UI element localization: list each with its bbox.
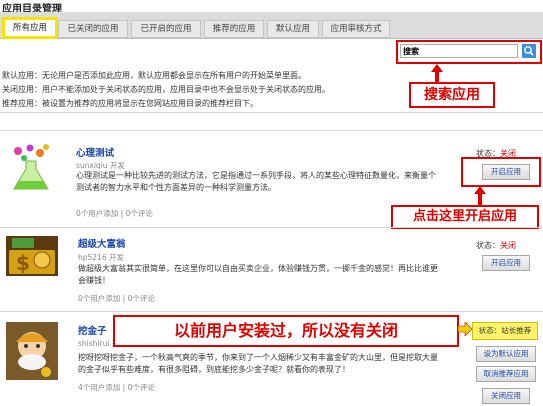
miner-icon (6, 322, 58, 380)
status-label: 状态： (476, 241, 500, 250)
tab-default-apps[interactable]: 默认应用 (267, 20, 319, 38)
app-status: 状态：关闭 (476, 240, 516, 251)
arrow-right-icon (458, 322, 472, 336)
app-desc-line1: 心理测试是一种比较先进的测试方法，它是指通过一系列手段，将人的某些心理特征数量化… (76, 171, 436, 180)
app-icon-tycoon: $ (6, 236, 58, 276)
app-desc-line2: 测试者的智力水平和个性方面差异的一种科学测量方法。 (76, 183, 276, 192)
tab-recommended-apps[interactable]: 推荐的应用 (204, 20, 264, 38)
svg-text:$: $ (16, 251, 30, 275)
app-stats: 0个用户添加 | 0个评论 (76, 209, 153, 218)
app-icon-psych-test (8, 143, 54, 195)
open-app-button[interactable]: 开启应用 (482, 255, 530, 271)
app-stats: 0个用户添加 | 0个评论 (78, 294, 155, 303)
tab-all-apps[interactable]: 所有应用 (2, 17, 58, 39)
desc-closed: 关闭应用：用户不能添加处于关闭状态的应用，应用目录中也不会显示处于关闭状态的应用… (2, 85, 330, 94)
app-name-tycoon[interactable]: 超级大富翁 (78, 236, 126, 250)
desc-recommended: 推荐应用：被设置为推荐的应用将显示在您网站应用目录的推荐栏目下。 (2, 99, 258, 108)
search-callout: 搜索应用 (409, 82, 495, 108)
app-stats: 4个用户添加 | 0个评论 (78, 383, 155, 392)
close-app-button[interactable]: 关闭应用 (482, 388, 530, 404)
status-label: 状态： (478, 326, 502, 335)
app-desc-line2: 会赚钱！ (78, 276, 110, 285)
search-input[interactable] (400, 44, 518, 58)
app-desc-line2: 的金子似乎有些难度，有很多阻碍，到底能挖多少金子呢？就看你的表现了！ (78, 365, 350, 374)
search-button[interactable] (522, 44, 536, 58)
search-icon (524, 46, 534, 56)
status-value: 站长推荐 (501, 326, 532, 335)
open-callout: 点击这里开启应用 (391, 205, 539, 229)
tab-opened-apps[interactable]: 已开启的应用 (131, 20, 201, 38)
app-desc-line1: 做超级大富翁其实很简单，在这里你可以自由买卖企业，体验赚钱万贯，一掷千金的感觉！… (78, 264, 438, 273)
flask-icon (13, 144, 49, 190)
app-icon-gold-miner (6, 322, 58, 380)
tab-bar: 所有应用 已关闭的应用 已开启的应用 推荐的应用 默认应用 应用审核方式 (0, 12, 543, 39)
app-developer: hp5216 开发 (78, 253, 124, 262)
tab-closed-apps[interactable]: 已关闭的应用 (58, 20, 128, 38)
money-icon: $ (6, 236, 58, 276)
open-app-button[interactable]: 开启应用 (482, 164, 530, 180)
desc-default: 默认应用：无论用户是否添加此应用，默认应用都会显示在所有用户的开始菜单里面。 (2, 71, 306, 80)
set-default-app-button[interactable]: 设为默认应用 (476, 346, 536, 362)
app-name-gold-miner[interactable]: 挖金子 (78, 323, 107, 337)
app-desc-line1: 挖呀挖呀挖金子，一个秋高气爽的季节，你来到了一个人烟稀少又有丰富金矿的大山里，但… (78, 353, 438, 362)
status-value: 关闭 (500, 241, 516, 250)
cancel-recommend-button[interactable]: 取消推荐应用 (476, 366, 536, 382)
search-box (396, 40, 542, 64)
app-status-recommended: 状态：站长推荐 (472, 322, 538, 340)
app-name-psych-test[interactable]: 心理测试 (76, 145, 114, 159)
installed-callout: 以前用户安装过，所以没有关闭 (113, 315, 459, 347)
tab-app-review-method[interactable]: 应用审核方式 (322, 20, 390, 38)
